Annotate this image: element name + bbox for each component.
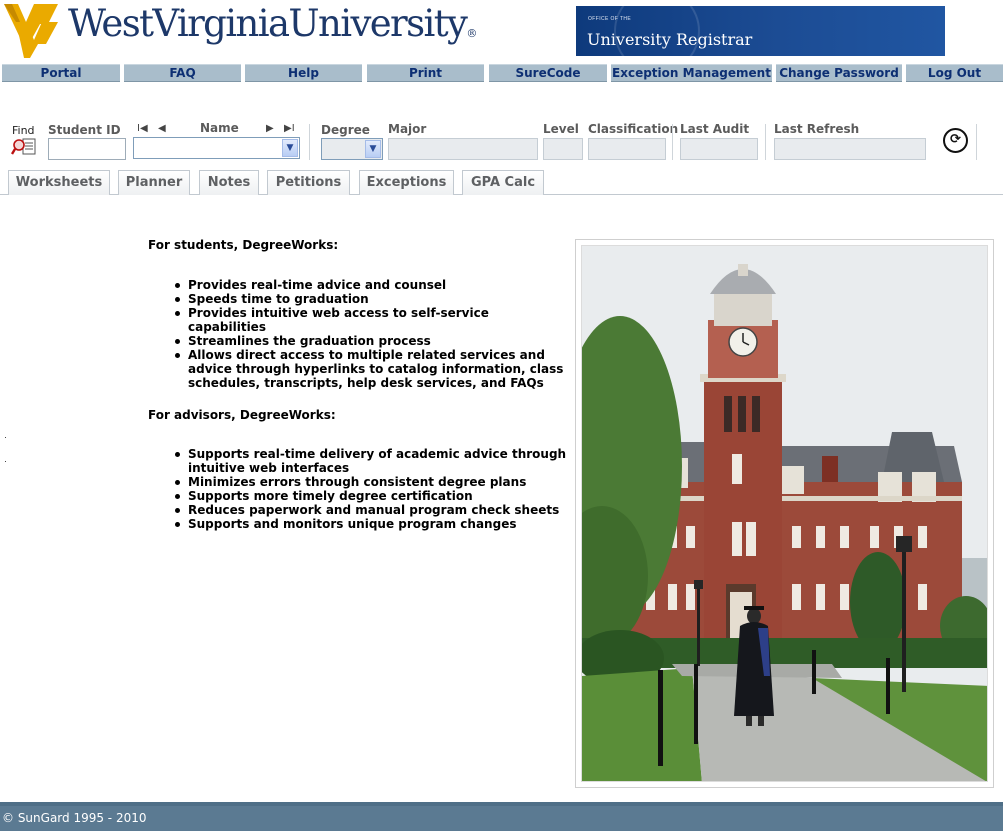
find-label: Find bbox=[12, 124, 35, 137]
registrar-banner: OFFICE OF THE University Registrar bbox=[576, 6, 945, 56]
student-id-label: Student ID bbox=[48, 123, 121, 137]
list-item: Allows direct access to multiple related… bbox=[175, 348, 568, 390]
divider bbox=[309, 124, 310, 160]
find-magnifier-icon[interactable] bbox=[11, 137, 37, 157]
university-name: WestVirginiaUniversity® bbox=[68, 2, 478, 45]
wvu-logo: WestVirginiaUniversity® bbox=[0, 0, 477, 62]
nav-print-button[interactable]: Print bbox=[367, 64, 484, 82]
registrar-title: University Registrar bbox=[587, 30, 753, 49]
classification-field bbox=[588, 138, 666, 160]
next-student-icon[interactable]: ▶ bbox=[266, 123, 274, 134]
nav-surecode-button[interactable]: SureCode bbox=[489, 64, 607, 82]
top-nav: Portal FAQ Help Print SureCode Exception… bbox=[0, 64, 1003, 82]
refresh-icon[interactable]: ⟳ bbox=[943, 128, 968, 153]
nav-help-button[interactable]: Help bbox=[245, 64, 362, 82]
tab-bar: Worksheets Planner Notes Petitions Excep… bbox=[0, 170, 1003, 195]
list-item: Reduces paperwork and manual program che… bbox=[175, 503, 568, 517]
tab-notes[interactable]: Notes bbox=[199, 170, 259, 195]
divider bbox=[672, 124, 673, 160]
name-select[interactable]: ▼ bbox=[133, 137, 300, 159]
students-list: Provides real-time advice and counsel Sp… bbox=[148, 278, 568, 390]
list-item: Speeds time to graduation bbox=[175, 292, 568, 306]
chevron-down-icon[interactable]: ▼ bbox=[282, 139, 298, 157]
major-label: Major bbox=[388, 122, 427, 136]
nav-portal-button[interactable]: Portal bbox=[2, 64, 120, 82]
nav-faq-button[interactable]: FAQ bbox=[124, 64, 241, 82]
stray-dot bbox=[5, 437, 6, 438]
prev-student-icon[interactable]: ◀ bbox=[158, 123, 166, 134]
last-audit-field bbox=[680, 138, 758, 160]
last-student-icon[interactable]: ▶I bbox=[284, 123, 295, 134]
nav-exception-management-button[interactable]: Exception Management bbox=[611, 64, 772, 82]
intro-content: For students, DegreeWorks: Provides real… bbox=[148, 238, 568, 531]
woodburn-hall-graduate-image bbox=[582, 246, 987, 781]
last-audit-label: Last Audit bbox=[680, 122, 750, 136]
list-item: Minimizes errors through consistent degr… bbox=[175, 475, 568, 489]
nav-change-password-button[interactable]: Change Password bbox=[776, 64, 902, 82]
tab-petitions[interactable]: Petitions bbox=[267, 170, 350, 195]
campus-photo bbox=[575, 239, 994, 788]
level-label: Level bbox=[543, 122, 579, 136]
advisors-list: Supports real-time delivery of academic … bbox=[148, 447, 568, 531]
name-label: Name bbox=[200, 121, 239, 135]
chevron-down-icon[interactable]: ▼ bbox=[365, 140, 381, 158]
list-item: Provides intuitive web access to self-se… bbox=[175, 306, 568, 334]
copyright-text: © SunGard 1995 - 2010 bbox=[2, 811, 147, 825]
student-id-input[interactable] bbox=[48, 138, 126, 160]
woodburn-hall-photo bbox=[581, 245, 988, 782]
list-item: Provides real-time advice and counsel bbox=[175, 278, 568, 292]
list-item: Supports more timely degree certificatio… bbox=[175, 489, 568, 503]
list-item: Supports and monitors unique program cha… bbox=[175, 517, 568, 531]
students-heading: For students, DegreeWorks: bbox=[148, 238, 339, 252]
divider bbox=[765, 124, 766, 160]
flying-wv-logo-icon bbox=[4, 4, 58, 58]
major-field bbox=[388, 138, 538, 160]
last-refresh-label: Last Refresh bbox=[774, 122, 860, 136]
last-refresh-field bbox=[774, 138, 926, 160]
tab-gpa-calc[interactable]: GPA Calc bbox=[462, 170, 544, 195]
degree-label: Degree bbox=[321, 123, 370, 137]
degree-select[interactable]: ▼ bbox=[321, 138, 383, 160]
tab-planner[interactable]: Planner bbox=[118, 170, 190, 195]
footer: © SunGard 1995 - 2010 bbox=[0, 806, 1003, 831]
advisors-heading: For advisors, DegreeWorks: bbox=[148, 408, 336, 422]
registered-mark: ® bbox=[466, 27, 478, 40]
list-item: Streamlines the graduation process bbox=[175, 334, 568, 348]
tab-exceptions[interactable]: Exceptions bbox=[359, 170, 454, 195]
stray-dot bbox=[5, 461, 6, 462]
tab-worksheets[interactable]: Worksheets bbox=[8, 170, 110, 195]
level-field bbox=[543, 138, 583, 160]
nav-log-out-button[interactable]: Log Out bbox=[906, 64, 1003, 82]
classification-label: Classification bbox=[588, 122, 679, 136]
registrar-office-label: OFFICE OF THE bbox=[588, 16, 632, 22]
divider bbox=[976, 124, 977, 160]
first-student-icon[interactable]: I◀ bbox=[137, 123, 148, 134]
list-item: Supports real-time delivery of academic … bbox=[175, 447, 567, 475]
